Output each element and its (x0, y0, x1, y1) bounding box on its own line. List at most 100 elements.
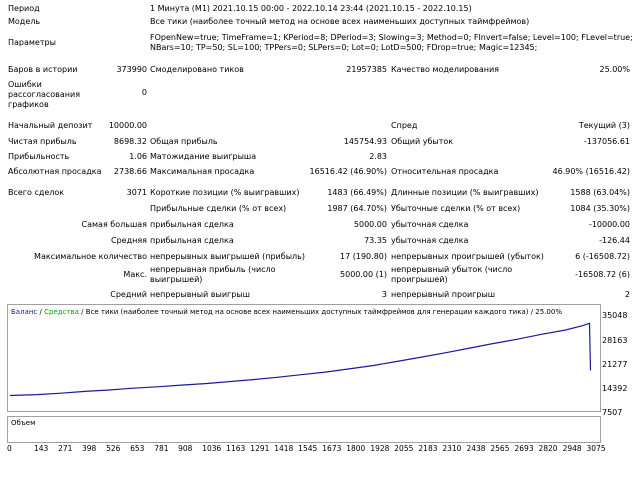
largest-profit-value: 5000.00 (353, 220, 387, 229)
params-line-2: NBars=10; TP=50; SL=100; TPPers=0; SLPer… (150, 43, 538, 52)
gross-profit-value: 145754.93 (343, 137, 387, 146)
x-tick-label: 0 (7, 444, 12, 453)
model-label: Модель (8, 17, 41, 26)
x-tick-label: 271 (58, 444, 73, 453)
avg-consec-wins-value: 3 (381, 290, 387, 299)
abs-drawdown-value: 2738.66 (113, 167, 147, 176)
ticks-label: Смоделировано тиков (150, 65, 244, 74)
errors-value: 0 (141, 88, 147, 97)
x-tick-label: 1545 (298, 444, 318, 453)
largest-profit-label: прибыльная сделка (150, 220, 234, 229)
bars-value: 373990 (116, 65, 147, 74)
largest-label: Самая большая (81, 220, 147, 229)
x-tick-label: 3075 (586, 444, 606, 453)
x-tick-label: 1673 (322, 444, 342, 453)
expected-payoff-label: Матожидание выигрыша (150, 152, 257, 161)
x-tick-label: 2693 (514, 444, 534, 453)
ticks-value: 21957385 (346, 65, 387, 74)
y-tick-label: 7507 (602, 408, 623, 417)
x-tick-label: 1800 (346, 444, 366, 453)
average-profit-value: 73.35 (364, 236, 387, 245)
x-tick-label: 2055 (394, 444, 414, 453)
max-drawdown-label: Максимальная просадка (150, 167, 255, 176)
profit-factor-value: 1.06 (129, 152, 147, 161)
max-count-losses-value: 6 (-16508.72) (575, 252, 630, 261)
x-tick-label: 2438 (466, 444, 486, 453)
x-tick-label: 2565 (490, 444, 510, 453)
loss-trades-value: 1084 (35.30%) (570, 204, 630, 213)
max-label: Макс. (123, 270, 147, 279)
net-profit-label: Чистая прибыль (8, 137, 77, 146)
total-trades-label: Всего сделок (8, 188, 65, 197)
balance-chart-svg (9, 322, 592, 397)
avg-consec-wins-label: непрерывный выигрыш (150, 290, 250, 299)
total-trades-value: 3071 (126, 188, 147, 197)
max-count-wins-label: непрерывных выигрышей (прибыль) (150, 252, 305, 261)
y-tick-label: 21277 (602, 360, 628, 369)
x-tick-label: 1163 (226, 444, 246, 453)
gross-loss-label: Общий убыток (391, 137, 454, 146)
avg-consec-loss-value: 2 (624, 290, 630, 299)
params-label: Параметры (8, 38, 56, 47)
deposit-label: Начальный депозит (8, 121, 93, 130)
rel-drawdown-label: Относительная просадка (391, 167, 499, 176)
volume-chart: Объем (7, 416, 601, 443)
x-tick-label: 1291 (250, 444, 270, 453)
x-tick-label: 908 (178, 444, 193, 453)
max-drawdown-value: 16516.42 (46.90%) (309, 167, 387, 176)
y-tick-label: 35048 (602, 311, 628, 320)
avg-consec-loss-label: непрерывный проигрыш (391, 290, 496, 299)
bars-label: Баров в истории (8, 65, 78, 74)
loss-trades-label: Убыточные сделки (% от всех) (391, 204, 521, 213)
average-loss-value: -126.44 (599, 236, 630, 245)
largest-loss-label: убыточная сделка (391, 220, 469, 229)
deposit-value: 10000.00 (108, 121, 147, 130)
average-label: Средняя (111, 236, 147, 245)
long-positions-label: Длинные позиции (% выигравших) (391, 188, 539, 197)
abs-drawdown-label: Абсолютная просадка (8, 167, 102, 176)
x-tick-label: 2948 (562, 444, 582, 453)
profit-trades-label: Прибыльные сделки (% от всех) (150, 204, 287, 213)
rel-drawdown-value: 46.90% (16516.42) (552, 167, 630, 176)
x-tick-label: 2183 (418, 444, 438, 453)
params-line-1: FOpenNew=true; TimeFrame=1; KPeriod=8; D… (150, 33, 633, 42)
period-label: Период (8, 4, 40, 13)
max-loss-value: -16508.72 (6) (575, 270, 630, 279)
max-profit-label: непрерывная прибыль (число выигрышей) (150, 265, 276, 284)
period-value: 1 Минута (M1) 2021.10.15 00:00 - 2022.10… (150, 4, 472, 13)
x-tick-label: 2820 (538, 444, 558, 453)
errors-label: Ошибки рассогласования графиков (8, 80, 81, 109)
max-count-losses-label: непрерывных проигрышей (убыток) (391, 252, 544, 261)
quality-value: 25.00% (599, 65, 630, 74)
expected-payoff-value: 2.83 (369, 152, 387, 161)
x-tick-label: 781 (154, 444, 169, 453)
max-profit-value: 5000.00 (1) (340, 270, 387, 279)
x-tick-label: 1036 (202, 444, 222, 453)
average-profit-label: прибыльная сделка (150, 236, 234, 245)
long-positions-value: 1588 (63.04%) (570, 188, 630, 197)
average-loss-label: убыточная сделка (391, 236, 469, 245)
x-tick-label: 1418 (274, 444, 294, 453)
y-tick-label: 14392 (602, 384, 628, 393)
volume-chart-svg (8, 417, 600, 442)
spread-value: Текущий (3) (578, 121, 630, 130)
short-positions-label: Короткие позиции (% выигравших) (150, 188, 300, 197)
x-tick-label: 143 (33, 444, 49, 453)
max-count-wins-value: 17 (190.80) (340, 252, 387, 261)
net-profit-value: 8698.32 (113, 137, 147, 146)
y-tick-label: 28163 (602, 336, 628, 345)
balance-chart: Баланс / Средства / Все тики (наиболее т… (7, 304, 601, 412)
x-tick-label: 526 (106, 444, 121, 453)
largest-loss-value: -10000.00 (588, 220, 630, 229)
balance-line (9, 322, 592, 397)
model-value: Все тики (наиболее точный метод на основ… (150, 17, 530, 26)
x-tick-label: 1928 (370, 444, 390, 453)
x-tick-label: 653 (130, 444, 145, 453)
profit-trades-value: 1987 (64.70%) (327, 204, 387, 213)
profit-factor-label: Прибыльность (8, 152, 70, 161)
max-loss-label: непрерывный убыток (число проигрышей) (391, 265, 513, 284)
max-count-label: Максимальное количество (34, 252, 147, 261)
gross-profit-label: Общая прибыль (150, 137, 218, 146)
x-tick-label: 398 (82, 444, 97, 453)
avg-consec-label: Средний (110, 290, 147, 299)
